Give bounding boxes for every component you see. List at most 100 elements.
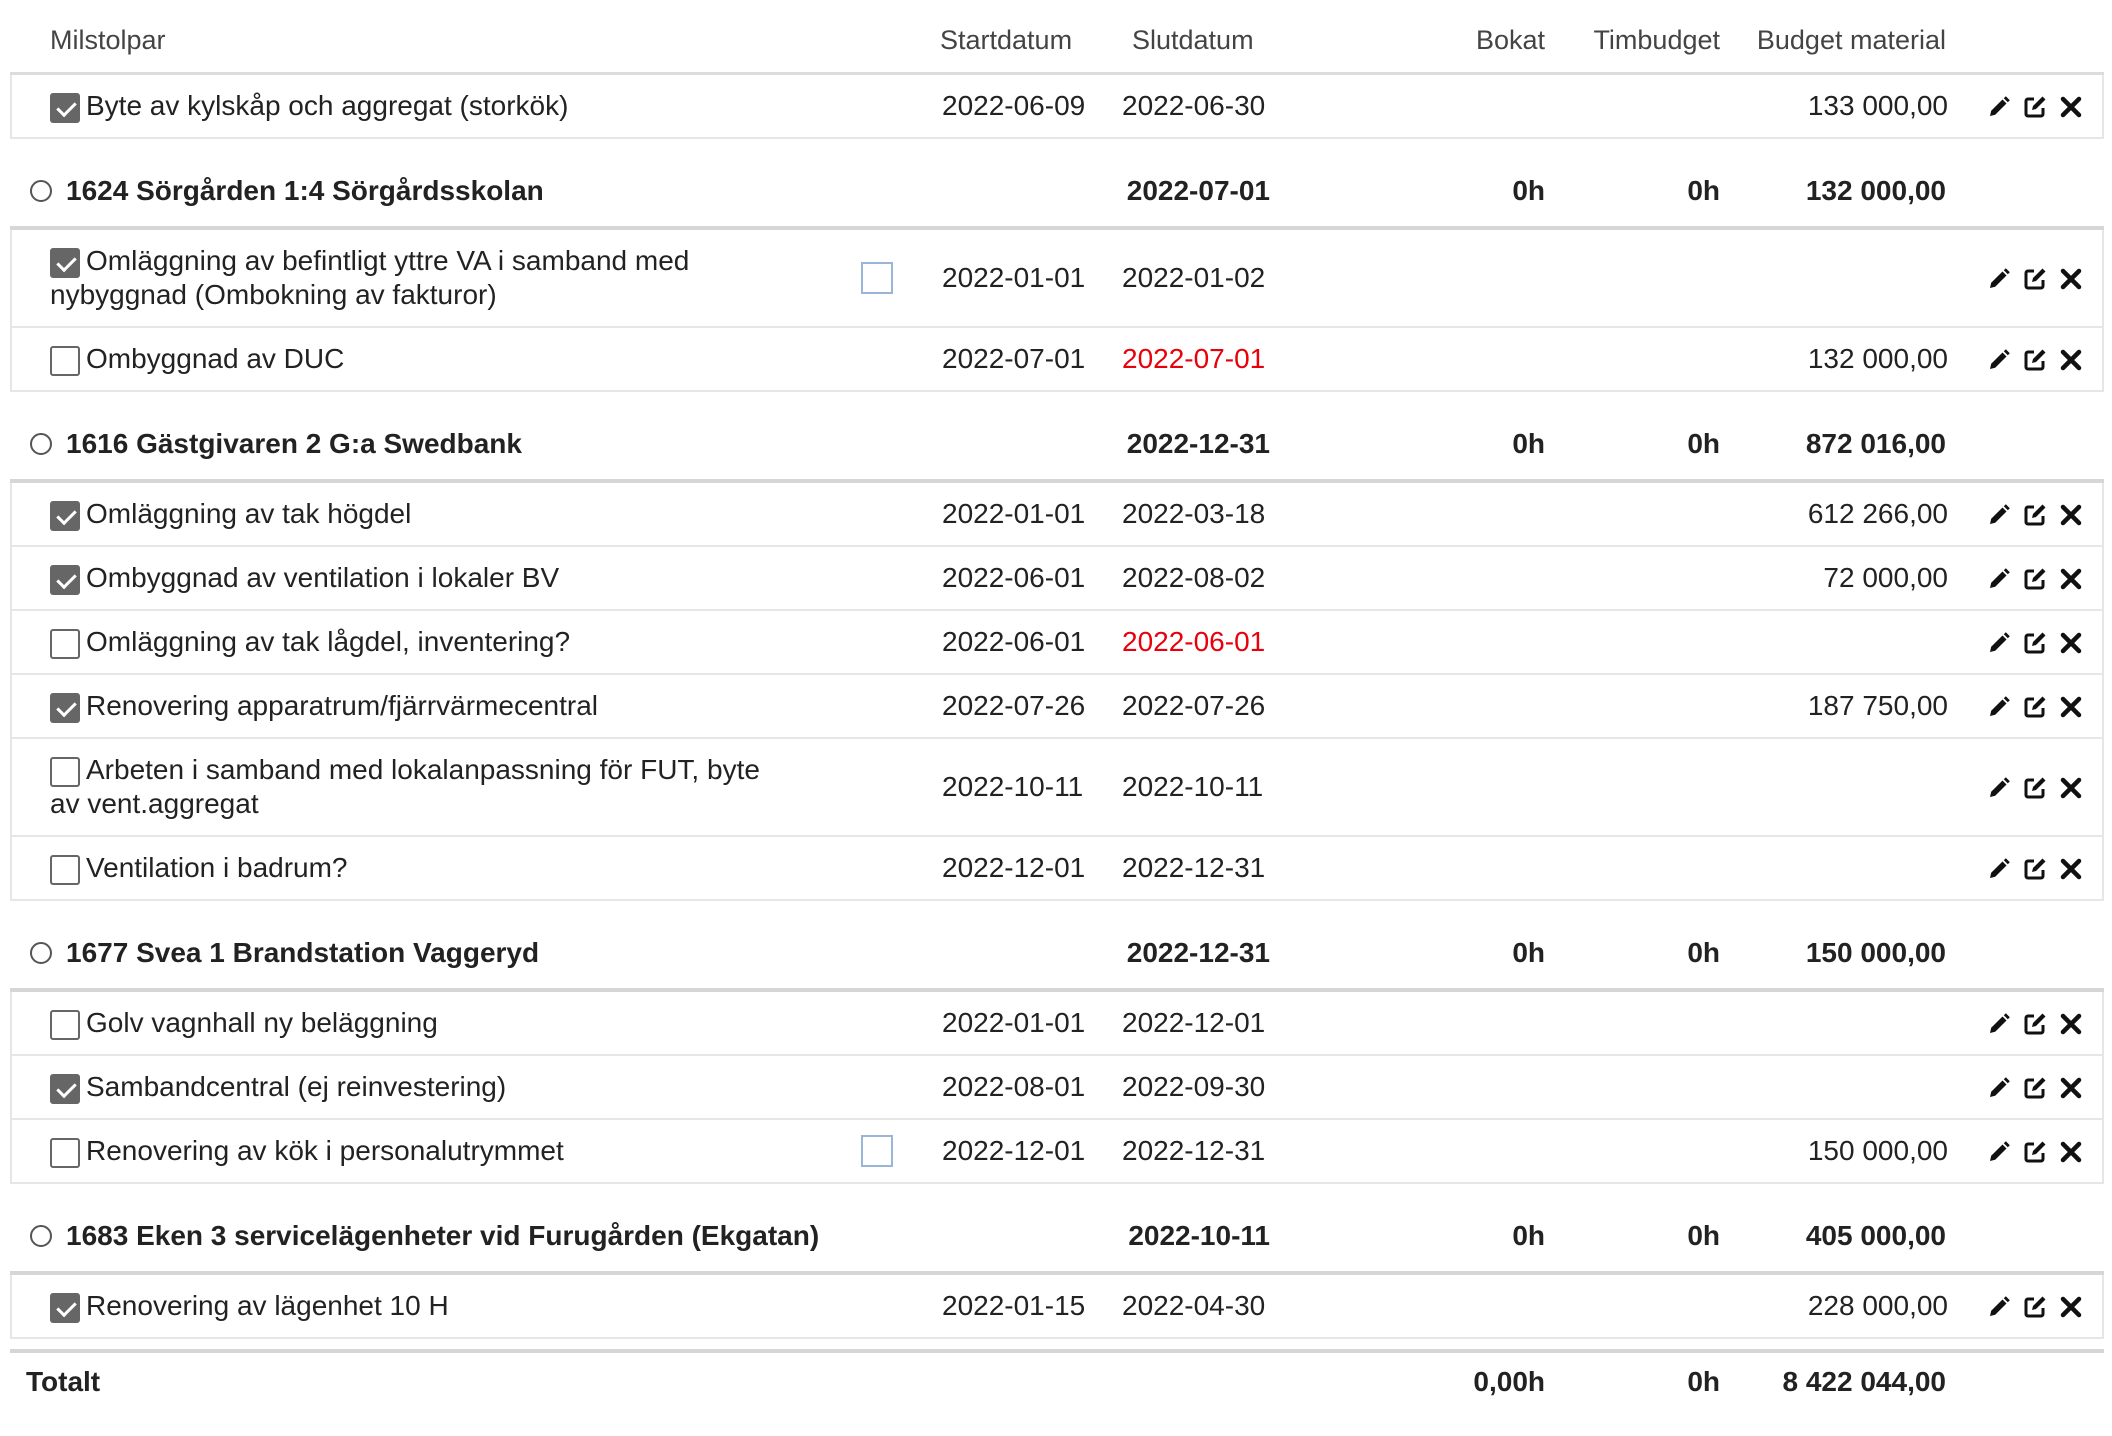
pencil-icon[interactable] <box>1987 1075 2011 1099</box>
group-material-budget: 405 000,00 <box>1805 1220 1946 1251</box>
task-checkbox[interactable] <box>50 628 80 659</box>
pencil-icon[interactable] <box>1987 1011 2011 1035</box>
row-actions <box>1987 230 2087 326</box>
close-icon[interactable] <box>2059 502 2083 526</box>
task-checkbox[interactable] <box>50 92 80 123</box>
group-name: 1677 Svea 1 Brandstation Vaggeryd <box>30 918 830 988</box>
task-checkbox[interactable] <box>50 692 80 723</box>
edit-square-icon[interactable] <box>2023 566 2047 590</box>
task-label-wrap: Golv vagnhall ny beläggning <box>50 1006 840 1040</box>
flag-checkbox[interactable] <box>861 1135 893 1167</box>
edit-square-icon[interactable] <box>2023 856 2047 880</box>
close-icon[interactable] <box>2059 630 2083 654</box>
group-radio[interactable] <box>30 433 52 455</box>
task-end-date: 2022-06-01 <box>1122 626 1266 657</box>
task-checkbox[interactable] <box>50 1292 80 1323</box>
task-checkbox[interactable] <box>50 756 80 787</box>
group-radio[interactable] <box>30 180 52 202</box>
task-label-wrap: Sambandcentral (ej reinvestering) <box>50 1070 840 1104</box>
pencil-icon[interactable] <box>1987 502 2011 526</box>
row-actions <box>1987 675 2087 737</box>
edit-square-icon[interactable] <box>2023 1011 2047 1035</box>
pencil-icon[interactable] <box>1987 347 2011 371</box>
close-icon[interactable] <box>2059 94 2083 118</box>
task-row: Omläggning av tak högdel 2022-01-01 2022-0… <box>10 483 2104 547</box>
col-start-date[interactable]: Startdatum <box>940 8 1095 72</box>
task-row: Ombyggnad av ventilation i lokaler BV 202… <box>10 547 2104 611</box>
task-checkbox[interactable] <box>50 247 80 278</box>
task-start-date: 2022-12-01 <box>942 1135 1086 1166</box>
row-actions <box>1987 739 2087 835</box>
edit-square-icon[interactable] <box>2023 1294 2047 1318</box>
task-checkbox[interactable] <box>50 1073 80 1104</box>
edit-square-icon[interactable] <box>2023 630 2047 654</box>
flag-cell <box>861 230 897 326</box>
close-icon[interactable] <box>2059 266 2083 290</box>
close-icon[interactable] <box>2059 775 2083 799</box>
close-icon[interactable] <box>2059 856 2083 880</box>
task-checkbox[interactable] <box>50 1009 80 1040</box>
pencil-icon[interactable] <box>1987 1294 2011 1318</box>
task-checkbox[interactable] <box>50 500 80 531</box>
edit-square-icon[interactable] <box>2023 1139 2047 1163</box>
task-name: Renovering av lägenhet 10 H <box>50 1275 850 1337</box>
group-hour-budget: 0h <box>1687 175 1720 206</box>
task-start-date: 2022-06-01 <box>942 626 1086 657</box>
task-name: Renovering av kök i personalutrymmet <box>50 1120 850 1182</box>
close-icon[interactable] <box>2059 1011 2083 1035</box>
edit-square-icon[interactable] <box>2023 266 2047 290</box>
edit-square-icon[interactable] <box>2023 1075 2047 1099</box>
row-actions <box>1987 1275 2087 1337</box>
group-booked: 0h <box>1512 1220 1545 1251</box>
group-name: 1624 Sörgården 1:4 Sörgårdsskolan <box>30 156 830 226</box>
task-start-date: 2022-01-01 <box>942 262 1086 293</box>
task-label-wrap: Ombyggnad av ventilation i lokaler BV <box>50 561 840 595</box>
pencil-icon[interactable] <box>1987 856 2011 880</box>
pencil-icon[interactable] <box>1987 694 2011 718</box>
close-icon[interactable] <box>2059 1294 2083 1318</box>
col-milestones[interactable]: Milstolpar <box>50 8 850 72</box>
col-hour-budget[interactable]: Timbudget <box>1565 8 1720 72</box>
task-row: Omläggning av befintligt yttre VA i samb… <box>10 230 2104 328</box>
pencil-icon[interactable] <box>1987 630 2011 654</box>
pencil-icon[interactable] <box>1987 94 2011 118</box>
task-budget: 132 000,00 <box>1807 343 1948 374</box>
task-label: Omläggning av tak högdel <box>86 498 412 529</box>
task-start-date: 2022-01-01 <box>942 1007 1086 1038</box>
task-label-wrap: Renovering apparatrum/fjärrvärmecentral <box>50 689 840 723</box>
edit-square-icon[interactable] <box>2023 502 2047 526</box>
task-name: Renovering apparatrum/fjärrvärmecentral <box>50 675 850 737</box>
group-radio[interactable] <box>30 942 52 964</box>
task-budget: 72 000,00 <box>1823 562 1948 593</box>
task-row: Golv vagnhall ny beläggning 2022-01-01 202… <box>10 992 2104 1056</box>
col-material-budget[interactable]: Budget material <box>1750 8 1946 72</box>
edit-square-icon[interactable] <box>2023 694 2047 718</box>
close-icon[interactable] <box>2059 694 2083 718</box>
pencil-icon[interactable] <box>1987 266 2011 290</box>
close-icon[interactable] <box>2059 1139 2083 1163</box>
task-start-date: 2022-01-15 <box>942 1290 1086 1321</box>
pencil-icon[interactable] <box>1987 566 2011 590</box>
task-checkbox[interactable] <box>50 345 80 376</box>
task-end-date: 2022-07-01 <box>1122 343 1266 374</box>
task-label-wrap: Ventilation i badrum? <box>50 851 840 885</box>
pencil-icon[interactable] <box>1987 775 2011 799</box>
col-end-date[interactable]: Slutdatum <box>1132 8 1287 72</box>
group-end-date: 2022-07-01 <box>1126 175 1270 206</box>
task-end-date: 2022-10-11 <box>1122 771 1264 802</box>
task-checkbox[interactable] <box>50 854 80 885</box>
flag-checkbox[interactable] <box>861 262 893 294</box>
close-icon[interactable] <box>2059 566 2083 590</box>
edit-square-icon[interactable] <box>2023 775 2047 799</box>
task-checkbox[interactable] <box>50 1137 80 1168</box>
pencil-icon[interactable] <box>1987 1139 2011 1163</box>
group-radio[interactable] <box>30 1225 52 1247</box>
close-icon[interactable] <box>2059 1075 2083 1099</box>
task-label-wrap: Ombyggnad av DUC <box>50 342 840 376</box>
col-booked[interactable]: Bokat <box>1390 8 1545 72</box>
edit-square-icon[interactable] <box>2023 347 2047 371</box>
close-icon[interactable] <box>2059 347 2083 371</box>
task-checkbox[interactable] <box>50 564 80 595</box>
task-budget <box>1752 992 1948 1054</box>
edit-square-icon[interactable] <box>2023 94 2047 118</box>
